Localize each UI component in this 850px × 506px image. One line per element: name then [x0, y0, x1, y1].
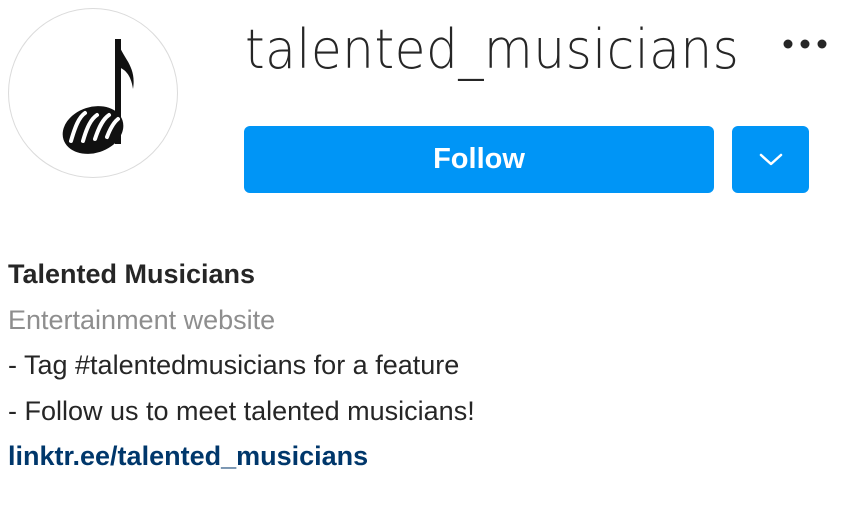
bio-line: - Follow us to meet talented musicians!	[8, 395, 475, 426]
more-options-button[interactable]	[775, 22, 835, 66]
more-options-icon	[783, 39, 827, 49]
avatar[interactable]	[8, 8, 178, 178]
follow-button[interactable]: Follow	[244, 126, 714, 193]
bio-line: - Tag #talentedmusicians for a feature	[8, 350, 460, 380]
profile-category: Entertainment website	[8, 304, 276, 335]
profile-website-link[interactable]: linktr.ee/talented_musicians	[8, 434, 828, 480]
profile-header: talented_musicians Follow Talented Music…	[0, 0, 850, 506]
chevron-down-icon	[759, 153, 782, 165]
profile-bio: Talented Musicians Entertainment website…	[8, 252, 828, 480]
profile-username: talented_musicians	[245, 18, 740, 81]
music-note-logo-icon	[62, 39, 134, 154]
profile-full-name: Talented Musicians	[8, 259, 256, 289]
suggested-accounts-dropdown-button[interactable]	[732, 126, 809, 193]
